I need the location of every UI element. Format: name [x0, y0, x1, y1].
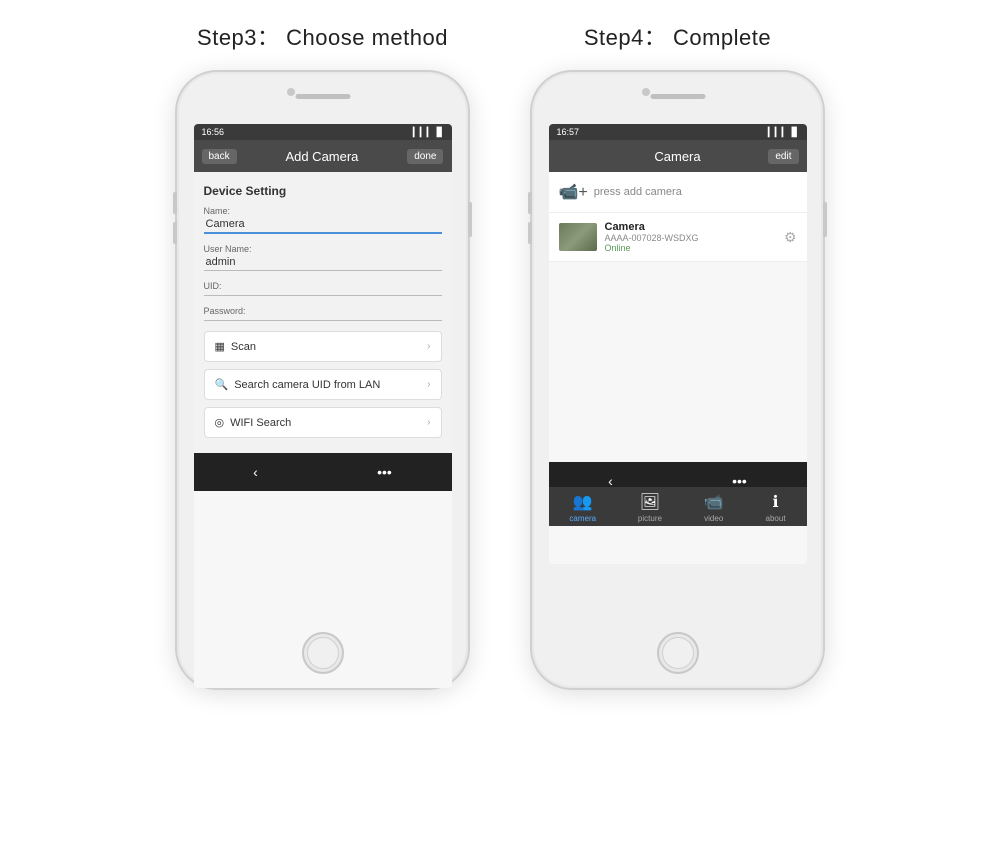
- step3-block: Step3： Choose method 16:56 ▎▎▎ ▊: [175, 20, 470, 690]
- front-camera: [287, 88, 295, 96]
- done-button[interactable]: done: [407, 149, 443, 164]
- nav-bar-add-camera: back Add Camera done: [194, 140, 452, 172]
- camera-nav-title: Camera: [654, 149, 700, 164]
- speaker-slot-2: [650, 94, 705, 99]
- search-uid-button[interactable]: 🔍 Search camera UID from LAN ›: [204, 369, 442, 400]
- username-label: User Name:: [204, 244, 442, 254]
- camera-tab-icon: 👥: [573, 492, 593, 512]
- front-camera-2: [642, 88, 650, 96]
- wifi-search-content: ◎ WIFI Search: [215, 416, 292, 429]
- battery-icon-2: ▊: [792, 127, 799, 138]
- password-label: Password:: [204, 306, 442, 316]
- empty-area: [549, 262, 807, 462]
- signal-icon: ▎▎▎: [413, 127, 434, 138]
- home-button[interactable]: [302, 632, 344, 674]
- device-setting-section: Device Setting Name: Camera User Name: a…: [194, 172, 452, 453]
- screen-step3: 16:56 ▎▎▎ ▊ back Add Camera done Device …: [194, 124, 452, 688]
- volume-up-button-2: [528, 192, 532, 214]
- settings-icon[interactable]: ⚙: [784, 229, 797, 246]
- volume-down-button: [173, 222, 177, 244]
- wifi-search-button[interactable]: ◎ WIFI Search ›: [204, 407, 442, 438]
- username-field-row: User Name: admin: [204, 244, 442, 271]
- edit-button[interactable]: edit: [768, 149, 798, 164]
- tab-about[interactable]: ℹ about: [766, 492, 786, 523]
- home-button-2[interactable]: [657, 632, 699, 674]
- volume-up-button: [173, 192, 177, 214]
- power-button: [468, 202, 472, 237]
- status-icons: ▎▎▎ ▊: [413, 127, 444, 138]
- tab-camera[interactable]: 👥 camera: [569, 492, 596, 523]
- tab-bar: 👥 camera 🖼 picture 📹 video ℹ about: [549, 487, 807, 526]
- status-bar-2: 16:57 ▎▎▎ ▊: [549, 124, 807, 140]
- wifi-search-label: WIFI Search: [230, 417, 291, 429]
- status-bar: 16:56 ▎▎▎ ▊: [194, 124, 452, 140]
- camera-info: Camera AAAA-007028-WSDXG Online: [605, 221, 776, 253]
- name-field-row: Name: Camera: [204, 206, 442, 234]
- wifi-icon: ◎: [215, 416, 225, 429]
- step4-block: Step4： Complete 16:57 ▎▎▎ ▊: [530, 20, 825, 690]
- step3-title: Step3： Choose method: [197, 20, 448, 52]
- name-label: Name:: [204, 206, 442, 216]
- home-button-inner-2: [662, 637, 694, 669]
- camera-tab-label: camera: [569, 514, 596, 523]
- add-camera-icon: 📹+: [559, 182, 588, 202]
- volume-down-button-2: [528, 222, 532, 244]
- uid-label: UID:: [204, 281, 442, 291]
- add-camera-row[interactable]: 📹+ press add camera: [549, 172, 807, 213]
- iphone-step4: 16:57 ▎▎▎ ▊ Camera edit 📹+ press add cam…: [530, 70, 825, 690]
- signal-icon-2: ▎▎▎: [768, 127, 789, 138]
- tab-video[interactable]: 📹 video: [704, 492, 724, 523]
- password-field-row: Password:: [204, 306, 442, 321]
- chevron-right-icon-2: ›: [427, 379, 430, 390]
- tab-picture[interactable]: 🖼 picture: [638, 492, 662, 523]
- steps-container: Step3： Choose method 16:56 ▎▎▎ ▊: [0, 20, 1000, 690]
- power-button-2: [823, 202, 827, 237]
- battery-icon: ▊: [437, 127, 444, 138]
- username-input[interactable]: admin: [204, 256, 442, 271]
- camera-thumbnail: [559, 223, 597, 251]
- back-nav-icon[interactable]: ‹: [253, 464, 258, 480]
- uid-input[interactable]: [204, 293, 442, 296]
- search-uid-label: Search camera UID from LAN: [234, 379, 380, 391]
- status-time: 16:56: [202, 127, 225, 137]
- scan-icon: ▦: [215, 340, 225, 353]
- video-tab-icon: 📹: [704, 492, 724, 512]
- speaker-slot: [295, 94, 350, 99]
- camera-thumbnail-image: [559, 223, 597, 251]
- nav-title: Add Camera: [285, 149, 358, 164]
- camera-name: Camera: [605, 221, 776, 233]
- scan-button-content: ▦ Scan: [215, 340, 256, 353]
- screen-step4: 16:57 ▎▎▎ ▊ Camera edit 📹+ press add cam…: [549, 124, 807, 564]
- password-input[interactable]: [204, 318, 442, 321]
- home-button-inner: [307, 637, 339, 669]
- step4-title: Step4： Complete: [584, 20, 771, 52]
- about-tab-label: about: [766, 514, 786, 523]
- camera-list-item[interactable]: Camera AAAA-007028-WSDXG Online ⚙: [549, 213, 807, 262]
- iphone-step3: 16:56 ▎▎▎ ▊ back Add Camera done Device …: [175, 70, 470, 690]
- about-tab-icon: ℹ: [772, 492, 778, 512]
- dots-nav-icon[interactable]: •••: [377, 464, 392, 480]
- camera-status: Online: [605, 243, 776, 253]
- section-title: Device Setting: [204, 184, 442, 198]
- scan-label: Scan: [231, 341, 256, 353]
- name-input[interactable]: Camera: [204, 218, 442, 234]
- picture-tab-label: picture: [638, 514, 662, 523]
- scan-button[interactable]: ▦ Scan ›: [204, 331, 442, 362]
- search-icon: 🔍: [215, 378, 229, 391]
- picture-tab-icon: 🖼: [640, 492, 660, 512]
- camera-nav-bar: Camera edit: [549, 140, 807, 172]
- back-button[interactable]: back: [202, 149, 237, 164]
- uid-field-row: UID:: [204, 281, 442, 296]
- status-icons-2: ▎▎▎ ▊: [768, 127, 799, 138]
- status-time-2: 16:57: [557, 127, 580, 137]
- video-tab-label: video: [704, 514, 723, 523]
- chevron-right-icon-3: ›: [427, 417, 430, 428]
- camera-uid: AAAA-007028-WSDXG: [605, 233, 776, 243]
- search-uid-content: 🔍 Search camera UID from LAN: [215, 378, 381, 391]
- add-camera-text: press add camera: [594, 186, 682, 198]
- chevron-right-icon: ›: [427, 341, 430, 352]
- bottom-nav-bar: ‹ •••: [194, 453, 452, 491]
